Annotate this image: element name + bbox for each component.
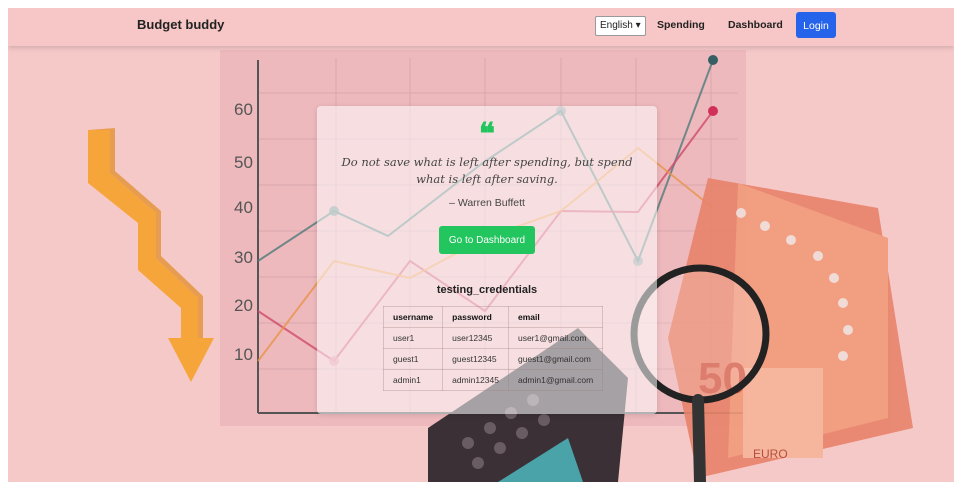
table-row: admin1 admin12345 admin1@gmail.com [382,369,604,391]
cell-email: user1@gmail.com [507,327,604,349]
quote-text: Do not save what is left after spending,… [341,155,633,186]
bg-y-tick-5: 10 [234,345,253,364]
cell-username: admin1 [382,369,444,391]
top-navbar: Budget buddy English ▾ Spending Dashboar… [8,8,954,46]
credentials-table: username password email user1 user12345 … [382,306,604,391]
bg-y-tick-0: 60 [234,100,253,119]
quote-icon: ❝ [478,117,496,152]
svg-text:EURO: EURO [753,447,788,461]
bg-y-tick-4: 20 [234,296,253,315]
chevron-down-icon: ▾ [635,20,641,31]
login-button[interactable]: Login [796,12,836,38]
bg-y-tick-2: 40 [234,198,253,217]
cell-email: admin1@gmail.com [507,369,604,391]
cell-username: user1 [382,327,444,349]
cell-email: guest1@gmail.com [507,348,604,370]
credentials-title: testing_credentials [436,284,538,296]
column-header-email: email [507,306,604,328]
cell-password: guest12345 [442,348,509,370]
app-frame: 60 50 40 30 20 10 50 EURO [8,8,954,482]
column-header-username: username [382,306,444,328]
nav-link-dashboard[interactable]: Dashboard [728,19,783,31]
language-select[interactable]: English ▾ [595,16,646,36]
bg-y-tick-1: 50 [234,153,253,172]
cell-username: guest1 [382,348,444,370]
table-header-row: username password email [382,306,604,328]
quote-author: – Warren Buffett [449,197,525,209]
table-row: guest1 guest12345 guest1@gmail.com [382,348,604,370]
quote-card: ❝ Do not save what is left after spendin… [317,106,657,414]
bg-y-tick-3: 30 [234,248,253,267]
brand-logo-text[interactable]: Budget buddy [137,17,224,32]
cell-password: user12345 [442,327,509,349]
column-header-password: password [442,306,509,328]
go-to-dashboard-button[interactable]: Go to Dashboard [439,226,535,254]
table-row: user1 user12345 user1@gmail.com [382,327,604,349]
nav-link-spending[interactable]: Spending [657,19,705,31]
cell-password: admin12345 [442,369,509,391]
language-select-value: English [600,20,633,31]
